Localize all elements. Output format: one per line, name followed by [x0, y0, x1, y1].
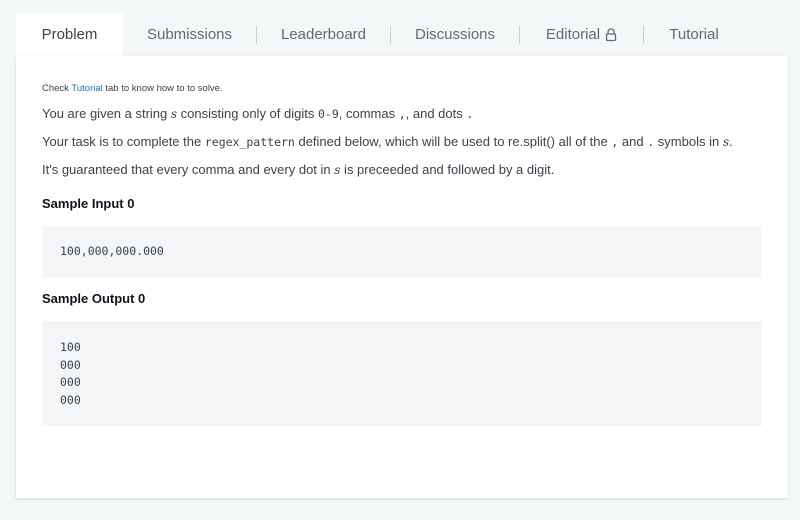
text: Your task is to complete the [42, 134, 205, 149]
text: defined below, which will be used to re.… [294, 134, 612, 149]
tutorial-link[interactable]: Tutorial [71, 83, 102, 94]
inline-code: regex_pattern [204, 135, 295, 149]
tab-tutorial[interactable]: Tutorial [644, 13, 744, 56]
tab-label: Leaderboard [280, 26, 367, 43]
text: You are given a string [42, 106, 171, 121]
problem-statement-line-3: It's guaranteed that every comma and eve… [42, 162, 554, 177]
text: is preceeded and followed by a digit. [340, 162, 555, 177]
tab-discussions[interactable]: Discussions [391, 13, 519, 56]
sample-input-line: 100,000,000.000 [60, 244, 164, 258]
inline-code: 0-9 [317, 107, 339, 121]
text: It's guaranteed that every comma and eve… [42, 162, 335, 177]
sample-input-block: 100,000,000.000 [42, 226, 762, 278]
tab-submissions[interactable]: Submissions [123, 13, 256, 56]
lock-icon [605, 27, 617, 41]
problem-statement-line-1: You are given a string s consisting only… [42, 106, 473, 121]
tab-label: Problem [41, 26, 98, 43]
tab-label: Submissions [146, 26, 233, 43]
inline-code: . [466, 107, 474, 121]
sample-output-line: 100 [60, 340, 81, 354]
text: . [728, 134, 733, 149]
problem-statement-line-2: Your task is to complete the regex_patte… [42, 134, 733, 149]
sample-output-block: 100 000 000 000 [42, 321, 762, 426]
sample-output-heading: Sample Output 0 [42, 291, 146, 306]
sample-output-line: 000 [60, 392, 81, 407]
hint-prefix: Check [42, 83, 72, 94]
tab-label: Discussions [414, 26, 496, 43]
sample-output-line: 000 [60, 357, 81, 372]
tab-editorial[interactable]: Editorial [520, 13, 643, 56]
tab-bar: Problem Submissions Leaderboard Discussi… [16, 13, 788, 56]
inline-code: , [398, 107, 406, 121]
sample-input-heading: Sample Input 0 [42, 196, 135, 211]
text: , and dots [405, 106, 467, 121]
text: consisting only of digits [177, 106, 318, 121]
tab-problem[interactable]: Problem [16, 13, 123, 56]
tab-label: Editorial [545, 26, 601, 43]
text: , commas [338, 106, 399, 121]
sample-output-lines: 100 000 000 000 [60, 339, 81, 409]
sample-output-line: 000 [60, 375, 81, 389]
tutorial-hint: Check Tutorial tab to know how to to sol… [42, 83, 223, 94]
tab-label: Tutorial [669, 26, 719, 43]
problem-panel: Check Tutorial tab to know how to to sol… [16, 56, 788, 498]
text: and [618, 134, 648, 149]
text: symbols in [654, 134, 723, 149]
hint-suffix: tab to know how to to solve. [102, 83, 223, 94]
tab-leaderboard[interactable]: Leaderboard [257, 13, 390, 56]
